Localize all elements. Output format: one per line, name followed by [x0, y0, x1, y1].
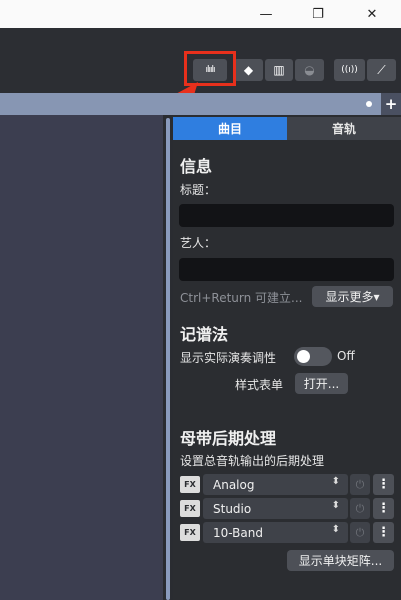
- effect-name: Analog: [213, 477, 255, 492]
- effect-name: Studio: [213, 501, 252, 516]
- artist-label: 艺人：: [180, 236, 217, 250]
- stylesheet-label: 样式表单: [235, 378, 284, 392]
- updown-icon: ⬍: [331, 524, 340, 535]
- more-options-button[interactable]: ⋮: [373, 522, 394, 543]
- timeline-ruler[interactable]: [0, 93, 401, 115]
- more-icon: ⋮: [377, 525, 390, 540]
- more-icon: ⋮: [377, 501, 390, 516]
- effect-icon[interactable]: FX: [180, 524, 200, 541]
- more-icon: ⋮: [377, 477, 390, 492]
- title-label: 标题：: [180, 183, 217, 197]
- panel-resize-handle[interactable]: [166, 118, 170, 600]
- add-track-button[interactable]: +: [381, 93, 401, 115]
- mastering-description: 设置总音轨输出的后期处理: [180, 454, 325, 468]
- effect-select-analog[interactable]: Analog ⬍: [203, 474, 348, 495]
- more-options-button[interactable]: ⋮: [373, 474, 394, 495]
- updown-icon: ⬍: [331, 476, 340, 487]
- track-area[interactable]: [0, 115, 163, 600]
- power-icon: ⏻: [355, 477, 365, 491]
- info-heading: 信息: [180, 157, 213, 176]
- effect-select-studio[interactable]: Studio ⬍: [203, 498, 348, 519]
- concert-pitch-label: 显示实际演奏调性: [180, 351, 277, 365]
- toggle-knob: [297, 350, 310, 363]
- notation-heading: 记谱法: [180, 325, 229, 344]
- power-icon: ⏻: [355, 525, 365, 539]
- effect-icon[interactable]: FX: [180, 500, 200, 517]
- effect-name: 10-Band: [213, 525, 263, 540]
- tab-track[interactable]: 音轨: [287, 117, 401, 140]
- open-stylesheet-button[interactable]: 打开...: [295, 373, 348, 394]
- power-button[interactable]: ⏻: [350, 498, 370, 519]
- mastering-heading: 母带后期处理: [180, 429, 277, 448]
- tab-song[interactable]: 曲目: [173, 117, 287, 140]
- title-input[interactable]: [179, 204, 394, 227]
- playhead-dot: [366, 101, 372, 107]
- updown-icon: ⬍: [331, 500, 340, 511]
- show-more-button[interactable]: 显示更多▾: [312, 286, 393, 307]
- power-button[interactable]: ⏻: [350, 474, 370, 495]
- inspector-tabs: 曲目 音轨: [173, 117, 401, 140]
- plus-icon: +: [384, 95, 398, 113]
- power-icon: ⏻: [355, 501, 365, 515]
- effect-icon[interactable]: FX: [180, 476, 200, 493]
- artist-input[interactable]: [179, 258, 394, 281]
- show-matrix-button[interactable]: 显示单块矩阵...: [287, 550, 394, 571]
- effect-select-10-band[interactable]: 10-Band ⬍: [203, 522, 348, 543]
- more-options-button[interactable]: ⋮: [373, 498, 394, 519]
- shortcut-hint: Ctrl+Return 可建立...: [180, 291, 303, 305]
- concert-pitch-toggle[interactable]: [294, 347, 332, 366]
- toggle-state-label: Off: [337, 349, 355, 363]
- power-button[interactable]: ⏻: [350, 522, 370, 543]
